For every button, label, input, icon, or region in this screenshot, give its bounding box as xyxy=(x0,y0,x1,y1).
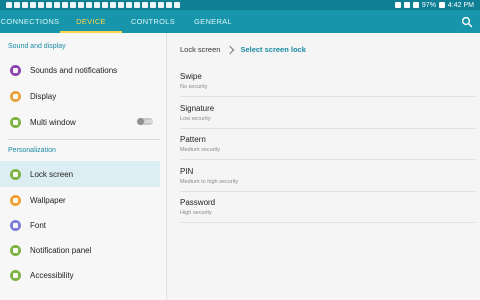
multi-window-toggle[interactable]: OFF xyxy=(137,118,153,125)
notification-icon xyxy=(110,2,116,8)
search-icon[interactable] xyxy=(460,15,474,29)
notification-icon xyxy=(134,2,140,8)
sidebar-item-label: Sounds and notifications xyxy=(30,65,118,75)
notification-icon xyxy=(6,2,12,8)
display-icon xyxy=(10,90,21,102)
sidebar-item-multi-window[interactable]: Multi window OFF xyxy=(0,109,160,135)
notification-icon xyxy=(126,2,132,8)
battery-icon xyxy=(438,2,445,8)
chevron-right-icon xyxy=(226,45,235,54)
wallpaper-icon xyxy=(10,194,21,206)
option-title: Swipe xyxy=(180,72,202,81)
notification-icon xyxy=(174,2,180,8)
notification-icon xyxy=(166,2,172,8)
tab-controls[interactable]: CONTROLS xyxy=(122,10,184,33)
option-title: PIN xyxy=(180,167,194,176)
sidebar-item-label: Lock screen xyxy=(30,169,74,179)
toggle-state: OFF xyxy=(145,119,153,124)
sidebar-item-accessibility[interactable]: Accessibility xyxy=(0,262,160,288)
lock-option-password[interactable]: Password High security xyxy=(180,192,475,223)
lock-option-signature[interactable]: Signature Low security xyxy=(180,98,475,129)
status-right: 97% 4:42 PM xyxy=(394,1,474,9)
multi-window-icon xyxy=(10,116,21,128)
breadcrumb-parent[interactable]: Lock screen xyxy=(180,45,220,54)
tab-connections[interactable]: CONNECTIONS xyxy=(0,10,60,33)
lock-icon xyxy=(10,168,21,180)
clock: 4:42 PM xyxy=(447,1,474,9)
tab-device[interactable]: DEVICE xyxy=(60,10,122,33)
sync-icon xyxy=(394,2,401,8)
notification-panel-icon xyxy=(10,244,21,256)
main-content: Lock screen Select screen lock Swipe No … xyxy=(167,33,480,300)
notification-icon xyxy=(22,2,28,8)
breadcrumb-current: Select screen lock xyxy=(240,45,306,54)
status-bar: 97% 4:42 PM xyxy=(0,0,480,10)
sidebar-item-sounds-notifications[interactable]: Sounds and notifications xyxy=(0,57,160,83)
notification-icon xyxy=(14,2,20,8)
notification-icon xyxy=(70,2,76,8)
notification-icon xyxy=(118,2,124,8)
sidebar-item-lock-screen[interactable]: Lock screen xyxy=(0,161,160,187)
notification-icon xyxy=(78,2,84,8)
sidebar-item-notification-panel[interactable]: Notification panel xyxy=(0,237,160,263)
font-icon xyxy=(10,219,21,231)
option-subtitle: Low security xyxy=(180,116,211,122)
notification-icon xyxy=(54,2,60,8)
option-title: Password xyxy=(180,198,216,207)
tab-general[interactable]: GENERAL xyxy=(184,10,242,33)
tab-bar: CONNECTIONS DEVICE CONTROLS GENERAL xyxy=(0,10,480,33)
option-subtitle: Medium security xyxy=(180,147,221,153)
lock-option-swipe[interactable]: Swipe No security xyxy=(180,66,475,97)
option-title: Signature xyxy=(180,104,215,113)
wifi-icon xyxy=(412,2,419,8)
notification-icon xyxy=(38,2,44,8)
sidebar: Sound and display Sounds and notificatio… xyxy=(0,33,167,300)
sidebar-item-display[interactable]: Display xyxy=(0,83,160,109)
notification-icon xyxy=(30,2,36,8)
sidebar-item-font[interactable]: Font xyxy=(0,212,160,238)
notification-icons xyxy=(6,2,180,8)
option-subtitle: No security xyxy=(180,84,208,90)
notification-icon xyxy=(102,2,108,8)
sidebar-item-wallpaper[interactable]: Wallpaper xyxy=(0,187,160,213)
battery-percent: 97% xyxy=(421,1,436,9)
option-subtitle: High security xyxy=(180,210,212,216)
mute-icon xyxy=(403,2,410,8)
sidebar-item-label: Display xyxy=(30,91,57,101)
notification-icon xyxy=(94,2,100,8)
sidebar-item-label: Font xyxy=(30,220,47,230)
notification-icon xyxy=(142,2,148,8)
breadcrumb: Lock screen Select screen lock xyxy=(180,45,306,54)
notification-icon xyxy=(158,2,164,8)
sidebar-item-label: Multi window xyxy=(30,117,76,127)
option-subtitle: Medium to high security xyxy=(180,179,239,185)
speaker-icon xyxy=(10,64,21,76)
section-divider xyxy=(8,139,160,140)
option-title: Pattern xyxy=(180,135,206,144)
notification-icon xyxy=(62,2,68,8)
lock-option-pattern[interactable]: Pattern Medium security xyxy=(180,129,475,160)
section-header-personalization: Personalization xyxy=(8,147,56,154)
section-header-sound-display: Sound and display xyxy=(8,43,66,50)
lock-option-pin[interactable]: PIN Medium to high security xyxy=(180,161,475,192)
notification-icon xyxy=(46,2,52,8)
notification-icon xyxy=(150,2,156,8)
accessibility-icon xyxy=(10,269,21,281)
sidebar-item-label: Accessibility xyxy=(30,270,74,280)
sidebar-item-label: Notification panel xyxy=(30,245,92,255)
notification-icon xyxy=(86,2,92,8)
toggle-knob xyxy=(137,118,144,125)
sidebar-item-label: Wallpaper xyxy=(30,195,66,205)
